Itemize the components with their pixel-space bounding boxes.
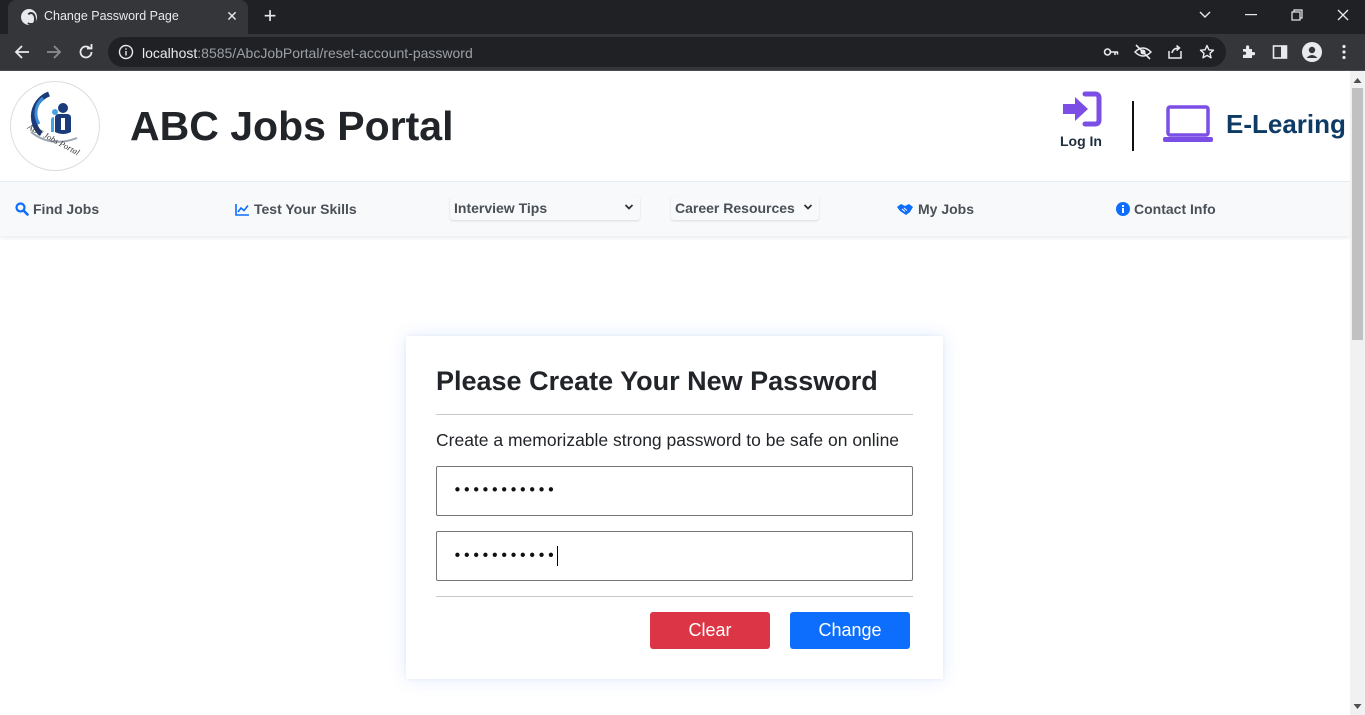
chart-line-icon	[235, 203, 249, 216]
clear-button[interactable]: Clear	[650, 612, 770, 649]
site-title: ABC Jobs Portal	[130, 103, 454, 149]
nav-test-skills[interactable]: Test Your Skills	[235, 201, 357, 217]
browser-tab[interactable]: Change Password Page ✕	[8, 0, 248, 34]
scroll-up-arrow-icon[interactable]	[1353, 76, 1362, 85]
footer-divider	[436, 596, 913, 597]
scrollbar-thumb[interactable]	[1352, 88, 1363, 340]
tab-title: Change Password Page	[44, 9, 179, 23]
logo-graphic: ABC Jobs Portal	[25, 91, 82, 158]
browser-menu-icon[interactable]	[1332, 40, 1356, 64]
interview-tips-dropdown[interactable]: Interview Tips	[450, 196, 640, 220]
career-resources-dropdown[interactable]: Career Resources	[671, 196, 819, 220]
header-divider	[1132, 101, 1134, 151]
minimize-icon[interactable]	[1228, 0, 1274, 30]
profile-icon[interactable]	[1300, 40, 1324, 64]
text-caret	[556, 546, 558, 566]
url-text: localhost:8585/AbcJobPortal/reset-accoun…	[142, 45, 473, 61]
elearning-label: E-Learing	[1226, 108, 1346, 139]
chevron-down-icon	[803, 204, 813, 210]
confirm-password-field[interactable]: •••••••••••	[436, 531, 913, 581]
change-button[interactable]: Change	[790, 612, 910, 649]
main-nav: Find Jobs Test Your Skills Interview Tip…	[0, 181, 1350, 236]
forward-icon[interactable]	[42, 40, 66, 64]
new-tab-icon[interactable]: +	[258, 5, 282, 29]
interview-tips-label: Interview Tips	[454, 200, 548, 216]
close-window-icon[interactable]	[1320, 0, 1365, 30]
share-icon[interactable]	[1166, 43, 1184, 61]
info-circle-icon	[1116, 202, 1130, 216]
page-scrollbar[interactable]	[1350, 71, 1365, 715]
title-divider	[436, 414, 913, 415]
login-icon	[1063, 91, 1102, 127]
nav-find-jobs[interactable]: Find Jobs	[15, 201, 99, 217]
card-title: Please Create Your New Password	[436, 366, 878, 396]
new-password-value: •••••••••••	[453, 481, 556, 499]
nav-my-jobs-label: My Jobs	[918, 201, 975, 217]
elearning-link[interactable]: E-Learing	[1162, 103, 1346, 145]
extensions-icon[interactable]	[1236, 40, 1260, 64]
address-bar[interactable]: localhost:8585/AbcJobPortal/reset-accoun…	[108, 37, 1226, 67]
new-password-field[interactable]: •••••••••••	[436, 466, 913, 516]
search-icon	[15, 202, 29, 216]
reload-icon[interactable]	[74, 40, 98, 64]
nav-find-jobs-label: Find Jobs	[33, 201, 100, 217]
chevron-down-icon	[624, 204, 634, 210]
career-resources-label: Career Resources	[675, 200, 795, 216]
site-favicon-icon	[21, 9, 37, 25]
page-viewport: ABC Jobs Portal ABC Jobs Portal Log In E…	[0, 71, 1350, 715]
close-tab-icon[interactable]: ✕	[222, 6, 242, 26]
back-icon[interactable]	[10, 40, 34, 64]
confirm-password-value: •••••••••••	[453, 546, 556, 565]
browser-tab-strip: Change Password Page ✕ +	[0, 0, 1365, 34]
nav-test-skills-label: Test Your Skills	[254, 201, 357, 217]
nav-contact-info[interactable]: Contact Info	[1116, 201, 1216, 217]
site-logo[interactable]: ABC Jobs Portal	[10, 81, 100, 171]
confirm-password-value-wrap: •••••••••••	[453, 546, 558, 566]
site-info-icon[interactable]	[118, 44, 134, 60]
login-label: Log In	[1060, 133, 1102, 149]
card-subtitle: Create a memorizable strong password to …	[436, 430, 900, 450]
side-panel-icon[interactable]	[1268, 40, 1292, 64]
restore-icon[interactable]	[1274, 0, 1320, 30]
tab-search-icon[interactable]	[1182, 0, 1228, 30]
nav-my-jobs[interactable]: My Jobs	[896, 201, 974, 217]
browser-toolbar: localhost:8585/AbcJobPortal/reset-accoun…	[0, 34, 1365, 71]
scroll-down-arrow-icon[interactable]	[1353, 702, 1362, 711]
login-link[interactable]: Log In	[1055, 91, 1107, 151]
tracking-blocked-icon[interactable]	[1134, 43, 1152, 61]
laptop-icon	[1163, 105, 1213, 142]
password-key-icon[interactable]	[1102, 43, 1120, 61]
url-path: :8585/AbcJobPortal/reset-account-passwor…	[197, 45, 473, 61]
url-host: localhost	[142, 45, 198, 61]
change-password-card: Please Create Your New Password Create a…	[406, 336, 943, 679]
bookmark-star-icon[interactable]	[1198, 43, 1216, 61]
nav-contact-info-label: Contact Info	[1134, 201, 1216, 217]
site-header: ABC Jobs Portal ABC Jobs Portal Log In E…	[0, 71, 1350, 181]
handshake-icon	[897, 204, 913, 215]
